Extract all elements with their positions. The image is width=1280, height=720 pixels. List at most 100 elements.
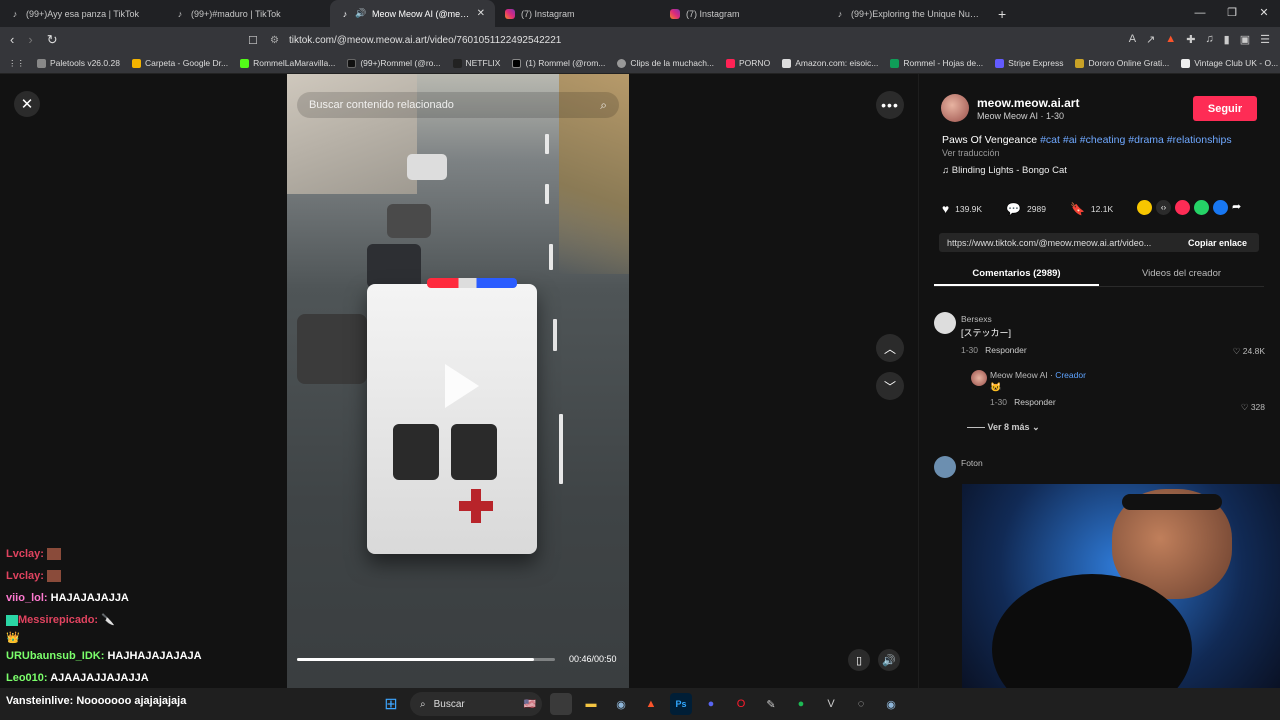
coin-icon[interactable] xyxy=(1137,200,1152,215)
translate-icon[interactable]: A xyxy=(1129,33,1136,46)
bookmark-item[interactable]: RommelLaMaravilla... xyxy=(240,58,335,68)
bookmark-item[interactable]: Clips de la muchach... xyxy=(617,58,714,68)
comment-icon[interactable]: 💬 xyxy=(1006,202,1021,216)
share-icon[interactable]: ↗ xyxy=(1146,33,1155,46)
comment-like[interactable]: ♡ 328 xyxy=(1241,402,1265,413)
comment-author[interactable]: Bersexs xyxy=(961,314,1271,324)
spotify-icon[interactable]: ● xyxy=(790,693,812,715)
tab-comments[interactable]: Comentarios (2989) xyxy=(934,262,1099,286)
creator-handle[interactable]: meow.meow.ai.art xyxy=(977,96,1079,110)
whatsapp-icon[interactable] xyxy=(1194,200,1209,215)
tab-4[interactable]: (7) Instagram xyxy=(495,0,660,27)
windows-start-icon[interactable]: ⊞ xyxy=(380,693,402,715)
related-search-input[interactable]: Buscar contenido relacionado ⌕ xyxy=(297,92,619,118)
discord-icon[interactable]: ● xyxy=(700,693,722,715)
commenter-avatar[interactable] xyxy=(934,312,956,334)
search-icon[interactable]: ⌕ xyxy=(600,98,607,113)
hashtag-link[interactable]: #relationships xyxy=(1167,134,1232,146)
volume-icon[interactable]: 🔊 xyxy=(878,649,900,671)
floating-player-icon[interactable]: ▯ xyxy=(848,649,870,671)
close-tab-icon[interactable]: ✕ xyxy=(477,8,485,19)
app-icon[interactable]: ◌ xyxy=(850,693,872,715)
new-tab-button[interactable]: + xyxy=(990,6,1014,22)
bookmark-item[interactable]: PORNO xyxy=(726,58,770,68)
hashtag-link[interactable]: #cheating xyxy=(1080,134,1126,146)
minimize-icon[interactable]: — xyxy=(1184,0,1216,27)
see-translation-link[interactable]: Ver traducción xyxy=(942,148,1000,158)
embed-icon[interactable]: ‹› xyxy=(1156,200,1171,215)
tab-active[interactable]: ♪🔊Meow Meow AI (@meow.me✕ xyxy=(330,0,495,27)
apps-icon[interactable]: ⋮⋮ xyxy=(8,58,25,69)
bookmark-item[interactable]: (1) Rommel (@rom... xyxy=(512,58,605,68)
reply-author[interactable]: Meow Meow AI xyxy=(990,370,1048,380)
next-video-button[interactable]: ﹀ xyxy=(876,372,904,400)
reply-button[interactable]: Responder xyxy=(1014,397,1056,407)
share-arrow-icon[interactable]: ➦ xyxy=(1232,200,1247,215)
forward-icon[interactable]: › xyxy=(28,32,32,48)
puzzle-icon[interactable]: ✚ xyxy=(1186,33,1195,46)
view-more-replies[interactable]: —— Ver 8 más ⌄ xyxy=(967,422,1040,433)
tab-creator-videos[interactable]: Videos del creador xyxy=(1099,262,1264,286)
bookmark-item[interactable]: Stripe Express xyxy=(995,58,1063,68)
creator-reply-avatar[interactable] xyxy=(971,370,987,386)
file-explorer-icon[interactable]: ▬ xyxy=(580,693,602,715)
bookmark-save-icon[interactable]: 🔖 xyxy=(1070,202,1085,216)
video-player[interactable]: Buscar contenido relacionado ⌕ 00:46/00:… xyxy=(287,74,629,688)
bookmark-item[interactable]: Amazon.com: eisoic... xyxy=(782,58,878,68)
steam-icon[interactable]: ◉ xyxy=(610,693,632,715)
bookmark-item[interactable]: (99+)Rommel (@ro... xyxy=(347,58,441,68)
close-window-icon[interactable]: ✕ xyxy=(1248,0,1280,27)
site-info-icon[interactable]: ⚙ xyxy=(270,35,279,46)
repost-icon[interactable] xyxy=(1175,200,1190,215)
follow-button[interactable]: Seguir xyxy=(1193,96,1257,121)
tab-1[interactable]: ♪ (99+)Ayy esa panza | TikTok xyxy=(0,0,165,27)
wallet-icon[interactable]: ▣ xyxy=(1240,33,1250,46)
photoshop-icon[interactable]: Ps xyxy=(670,693,692,715)
back-icon[interactable]: ‹ xyxy=(10,32,14,48)
previous-video-button[interactable]: ︿ xyxy=(876,334,904,362)
pen-icon[interactable]: ✎ xyxy=(760,693,782,715)
bookmark-item[interactable]: Rommel - Hojas de... xyxy=(890,58,983,68)
creator-avatar[interactable] xyxy=(941,94,969,122)
url-field[interactable]: ☐ ⚙ tiktok.com/@meow.meow.ai.art/video/7… xyxy=(248,31,990,49)
restore-icon[interactable]: ❐ xyxy=(1216,0,1248,27)
heart-icon[interactable]: ♥ xyxy=(942,202,949,216)
hashtag-link[interactable]: #cat xyxy=(1040,134,1060,146)
steam-icon-2[interactable]: ◉ xyxy=(880,693,902,715)
brave-icon[interactable]: ▲ xyxy=(640,693,662,715)
comment-like[interactable]: ♡ 24.8K xyxy=(1233,346,1265,357)
opera-icon[interactable]: O xyxy=(730,693,752,715)
comment-meta: 1-30 Responder xyxy=(961,345,1027,355)
bookmark-item[interactable]: Paletools v26.0.28 xyxy=(37,58,120,68)
tab-2[interactable]: ♪ (99+)#maduro | TikTok xyxy=(165,0,330,27)
facebook-icon[interactable] xyxy=(1213,200,1228,215)
taskbar-search[interactable]: ⌕ Buscar 🇺🇸 xyxy=(410,692,542,716)
sidebar-icon[interactable]: ▮ xyxy=(1224,33,1230,46)
copy-link-button[interactable]: Copiar enlace xyxy=(1188,238,1259,248)
hashtag-link[interactable]: #drama xyxy=(1128,134,1164,146)
play-icon[interactable] xyxy=(445,364,479,408)
music-link[interactable]: ♫ Blinding Lights - Bongo Cat xyxy=(942,165,1067,176)
reload-icon[interactable]: ↻ xyxy=(47,32,58,48)
media-icon[interactable]: ♫ xyxy=(1205,33,1213,46)
siren-lights xyxy=(427,278,517,288)
menu-icon[interactable]: ☰ xyxy=(1260,33,1270,46)
tab-5[interactable]: (7) Instagram xyxy=(660,0,825,27)
comment-author[interactable]: Foton xyxy=(961,458,983,468)
close-video-button[interactable]: ✕ xyxy=(14,91,40,117)
bookmark-item[interactable]: Carpeta - Google Dr... xyxy=(131,58,228,68)
valorant-icon[interactable]: V xyxy=(820,693,842,715)
tab-6[interactable]: ♪(99+)Exploring the Unique Nuances c xyxy=(825,0,990,27)
bookmark-icon[interactable]: ☐ xyxy=(248,34,258,47)
progress-bar[interactable] xyxy=(297,658,555,661)
brave-shield-icon[interactable]: ▲ xyxy=(1165,33,1176,46)
hashtag-link[interactable]: #ai xyxy=(1063,134,1077,146)
video-link[interactable]: https://www.tiktok.com/@meow.meow.ai.art… xyxy=(939,238,1169,248)
commenter-avatar[interactable] xyxy=(934,456,956,478)
bookmark-item[interactable]: Dororo Online Grati... xyxy=(1075,58,1169,68)
more-options-button[interactable]: ••• xyxy=(876,91,904,119)
task-view-icon[interactable] xyxy=(550,693,572,715)
reply-button[interactable]: Responder xyxy=(985,345,1027,355)
bookmark-item[interactable]: Vintage Club UK - O... xyxy=(1181,58,1278,68)
bookmark-item[interactable]: NETFLIX xyxy=(452,58,500,68)
